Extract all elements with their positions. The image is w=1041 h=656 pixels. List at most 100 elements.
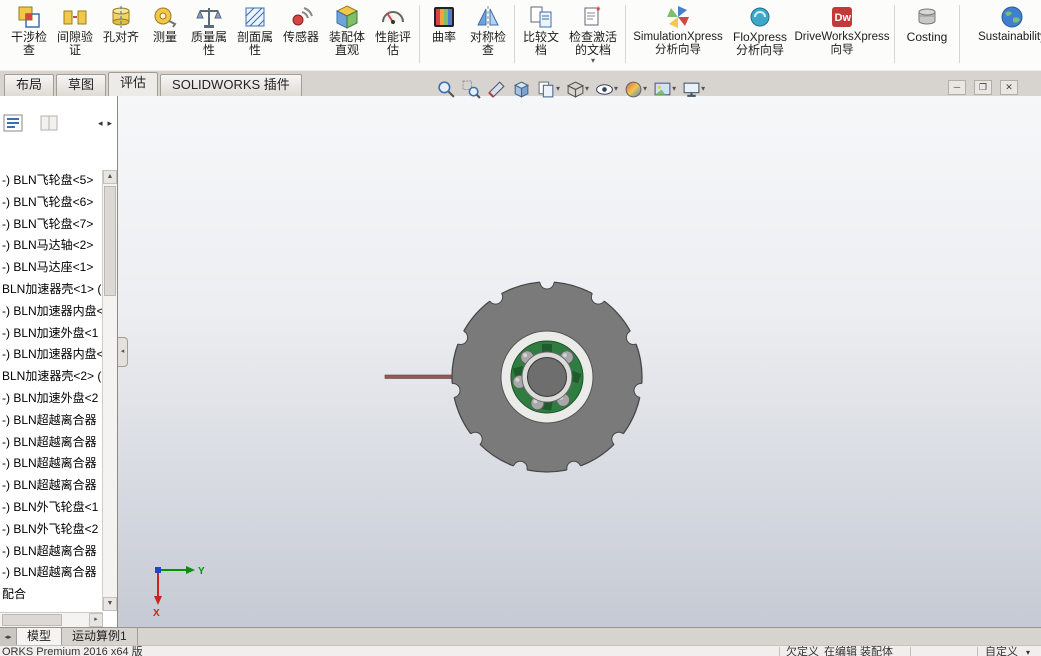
compare-documents-button[interactable]: 比较文档 (518, 3, 564, 58)
section-properties-icon (242, 4, 268, 30)
apply-scene-icon (653, 80, 672, 99)
pane-right-arrow-icon[interactable]: ▸ (107, 118, 112, 129)
scroll-right-icon[interactable]: ▸ (89, 613, 103, 627)
graphics-viewport[interactable]: Y X (118, 96, 1041, 627)
tree-item[interactable]: -) BLN加速器内盘< (0, 301, 102, 323)
shaft-model[interactable] (384, 374, 455, 379)
zoom-area-button[interactable] (459, 79, 484, 100)
tree-item[interactable]: -) BLN超越离合器 (0, 541, 102, 563)
clearance-verification-button[interactable]: 间隙验证 (52, 3, 98, 58)
tree-item[interactable]: -) BLN加速器内盘< (0, 344, 102, 366)
tree-item[interactable]: -) BLN飞轮盘<7> (0, 214, 102, 236)
tab-solidworks-addins[interactable]: SOLIDWORKS 插件 (160, 74, 302, 96)
custom-dropdown-arrow-icon[interactable]: ▾ (1026, 646, 1030, 656)
display-pages-button[interactable]: ▾ (534, 79, 563, 100)
tree-item[interactable]: -) BLN超越离合器 (0, 410, 102, 432)
section-properties-button[interactable]: 剖面属性 (232, 3, 278, 58)
ribbon-button-label: Sustainability (978, 31, 1041, 43)
custom-status-button[interactable]: 自定义 (985, 646, 1018, 656)
tree-item[interactable]: -) BLN超越离合器 (0, 432, 102, 454)
tree-horizontal-scrollbar[interactable]: ▸ (0, 612, 103, 627)
dropdown-arrow-icon[interactable]: ▾ (591, 57, 595, 65)
interference-detection-button[interactable]: 干涉检查 (6, 3, 52, 58)
tab-evaluate[interactable]: 评估 (108, 72, 159, 96)
dropdown-arrow-icon[interactable]: ▾ (643, 85, 647, 93)
hide-show-items-icon (595, 80, 614, 99)
tab-model[interactable]: 模型 (17, 628, 63, 645)
tree-item[interactable]: -) BLN外飞轮盘<1 (0, 497, 102, 519)
hole-alignment-button[interactable]: 孔对齐 (98, 3, 144, 45)
performance-evaluation-button[interactable]: 性能评估 (370, 3, 416, 58)
panel-collapse-handle[interactable]: ◂ (118, 337, 128, 367)
dropdown-arrow-icon[interactable]: ▾ (585, 85, 589, 93)
view-settings-icon (682, 80, 701, 99)
tree-item[interactable]: -) BLN超越离合器 (0, 562, 102, 584)
assembly-visualization-icon (334, 4, 360, 30)
hide-show-items-button[interactable]: ▾ (592, 79, 621, 100)
section-view-button[interactable] (484, 79, 509, 100)
study-tab-bar: ◂▸ 模型 运动算例1 (0, 627, 1041, 645)
tree-item[interactable]: BLN加速器壳<1> ( (0, 279, 102, 301)
symmetry-check-button[interactable]: 对称检查 (465, 3, 511, 58)
assembly-visualization-button[interactable]: 装配体直观 (324, 3, 370, 58)
tree-item[interactable]: -) BLN飞轮盘<6> (0, 192, 102, 214)
tree-item[interactable]: 配合 (0, 584, 102, 606)
costing-button[interactable]: Costing (898, 3, 956, 45)
pane-left-arrow-icon[interactable]: ◂ (98, 118, 103, 129)
featuremanager-tree-icon[interactable] (3, 113, 23, 133)
dropdown-arrow-icon[interactable]: ▾ (701, 85, 705, 93)
ribbon-separator (894, 5, 895, 63)
tree-item[interactable]: BLN加速器壳<2> ( (0, 366, 102, 388)
apply-scene-button[interactable]: ▾ (650, 79, 679, 100)
display-pages-icon (537, 80, 556, 99)
tree-vertical-scrollbar[interactable]: ▲ ▼ (102, 170, 117, 611)
scrollbar-thumb[interactable] (104, 186, 116, 296)
tab-motion-study-1[interactable]: 运动算例1 (62, 628, 138, 645)
simulationxpress-button[interactable]: SimulationXpress 分析向导 (629, 3, 727, 58)
solidworks-window: 干涉检查 间隙验证 孔对齐 测量 质量属性 剖面属性 传感器 装配体直观 性能评… (0, 0, 1041, 656)
tree-item[interactable]: -) BLN飞轮盘<5> (0, 170, 102, 192)
view-settings-button[interactable]: ▾ (679, 79, 708, 100)
tree-item[interactable]: -) BLN加速外盘<1 (0, 323, 102, 345)
tab-layout[interactable]: 布局 (4, 74, 55, 96)
zoom-fit-button[interactable] (434, 79, 459, 100)
tree-item[interactable]: -) BLN马达轴<2> (0, 235, 102, 257)
close-window-icon[interactable]: ✕ (1000, 80, 1018, 95)
scroll-down-icon[interactable]: ▼ (103, 597, 117, 611)
tree-item[interactable]: -) BLN加速外盘<2 (0, 388, 102, 410)
tree-item[interactable]: -) BLN马达座<1> (0, 257, 102, 279)
scroll-up-icon[interactable]: ▲ (103, 170, 117, 184)
restore-window-icon[interactable]: ❐ (974, 80, 992, 95)
display-style-button[interactable]: ▾ (563, 79, 592, 100)
hole-alignment-icon (108, 4, 134, 30)
sensor-button[interactable]: 传感器 (278, 3, 324, 45)
sustainability-button[interactable]: Sustainability (963, 3, 1041, 45)
tree-item[interactable]: -) BLN超越离合器 (0, 475, 102, 497)
dropdown-arrow-icon[interactable]: ▾ (556, 85, 560, 93)
tab-sketch[interactable]: 草图 (56, 74, 107, 96)
scrollbar-thumb[interactable] (2, 614, 62, 626)
view-orientation-button[interactable] (509, 79, 534, 100)
ribbon-button-label: 性能评估 (374, 30, 411, 57)
check-active-document-button[interactable]: * 检查激活的文档 ▾ (564, 3, 622, 66)
measure-button[interactable]: 测量 (144, 3, 186, 45)
mass-properties-button[interactable]: 质量属性 (186, 3, 232, 58)
ribbon-button-label: 剖面属性 (236, 30, 273, 57)
display-pane-icon[interactable] (39, 113, 59, 133)
edit-appearance-icon (624, 80, 643, 99)
curvature-button[interactable]: 曲率 (423, 3, 465, 45)
ribbon-button-label: Costing (906, 30, 948, 44)
floxpress-button[interactable]: FloXpress 分析向导 (727, 3, 793, 58)
svg-text:*: * (596, 5, 601, 17)
edit-appearance-button[interactable]: ▾ (621, 79, 650, 100)
dropdown-arrow-icon[interactable]: ▾ (614, 85, 618, 93)
flywheel-model[interactable] (446, 275, 648, 475)
tree-item[interactable]: -) BLN外飞轮盘<2 (0, 519, 102, 541)
driveworksxpress-button[interactable]: Dw DriveWorksXpress 向导 (793, 3, 891, 58)
minimize-window-icon[interactable]: ─ (948, 80, 966, 95)
dropdown-arrow-icon[interactable]: ▾ (672, 85, 676, 93)
ribbon-button-label: 装配体直观 (328, 30, 365, 57)
panel-pane-arrows: ◂ ▸ (98, 118, 114, 129)
tree-item[interactable]: -) BLN超越离合器 (0, 453, 102, 475)
study-tabs-scroll-button[interactable]: ◂▸ (0, 628, 17, 645)
